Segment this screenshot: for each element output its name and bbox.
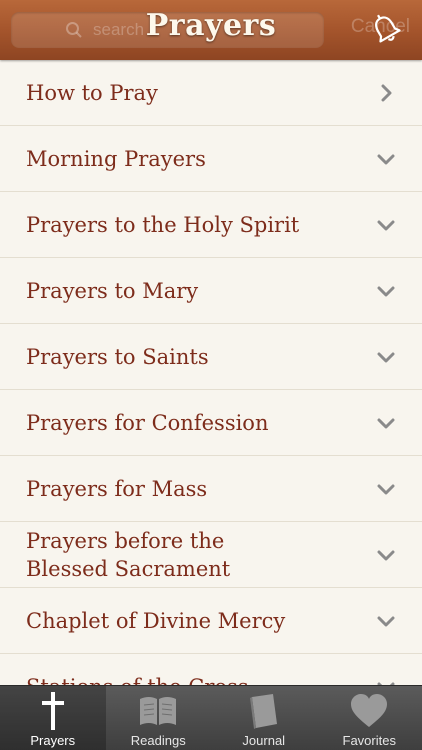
list-item-label: Prayers to the Holy Spirit bbox=[26, 212, 300, 237]
tab-bar: Prayers Readings Journal Favorites bbox=[0, 685, 422, 750]
prayer-list: How to Pray Morning Prayers Prayers to t… bbox=[0, 60, 422, 685]
list-item-how-to-pray[interactable]: How to Pray bbox=[0, 60, 422, 126]
list-item-saints[interactable]: Prayers to Saints bbox=[0, 324, 422, 390]
list-item-divine-mercy[interactable]: Chaplet of Divine Mercy bbox=[0, 588, 422, 654]
list-item-label: Prayers to Mary bbox=[26, 278, 199, 303]
list-item-blessed-sacrament[interactable]: Prayers before the Blessed Sacrament bbox=[0, 522, 422, 588]
chevron-down-icon bbox=[377, 616, 395, 626]
heart-icon bbox=[351, 694, 388, 727]
list-item-label: Prayers to Saints bbox=[26, 344, 209, 369]
nav-header: search Cancel Prayers bbox=[0, 0, 422, 60]
list-item-morning-prayers[interactable]: Morning Prayers bbox=[0, 126, 422, 192]
chevron-down-icon bbox=[377, 418, 395, 428]
list-item-label: Stations of the Cross bbox=[26, 673, 356, 686]
list-item-label: Chaplet of Divine Mercy bbox=[26, 608, 286, 633]
chevron-down-icon bbox=[377, 286, 395, 296]
list-item-label: Morning Prayers bbox=[26, 146, 206, 171]
list-item-stations-of-the-cross[interactable]: Stations of the Cross bbox=[0, 654, 422, 685]
tab-journal[interactable]: Journal bbox=[211, 686, 317, 750]
tab-readings[interactable]: Readings bbox=[106, 686, 212, 750]
chevron-down-icon bbox=[377, 220, 395, 230]
tab-label: Readings bbox=[130, 733, 186, 748]
journal-icon bbox=[249, 694, 277, 729]
chevron-down-icon bbox=[377, 550, 395, 560]
open-book-icon bbox=[140, 697, 177, 725]
bell-icon[interactable] bbox=[368, 11, 404, 47]
chevron-down-icon bbox=[377, 154, 395, 164]
tab-label: Favorites bbox=[342, 733, 396, 748]
list-item-label: Prayers for Confession bbox=[26, 410, 269, 435]
list-item-confession[interactable]: Prayers for Confession bbox=[0, 390, 422, 456]
tab-favorites[interactable]: Favorites bbox=[317, 686, 422, 750]
list-item-mass[interactable]: Prayers for Mass bbox=[0, 456, 422, 522]
list-item-label: Prayers for Mass bbox=[26, 476, 208, 501]
tab-prayers[interactable]: Prayers bbox=[0, 686, 106, 750]
chevron-down-icon bbox=[377, 484, 395, 494]
tab-label: Journal bbox=[242, 733, 286, 748]
page-title: Prayers bbox=[145, 8, 277, 43]
tab-label: Prayers bbox=[30, 733, 76, 748]
app-root: search Cancel Prayers How to Pray Mornin… bbox=[0, 0, 422, 750]
cross-icon bbox=[41, 692, 64, 730]
chevron-down-icon bbox=[377, 352, 395, 362]
list-item-holy-spirit[interactable]: Prayers to the Holy Spirit bbox=[0, 192, 422, 258]
list-item-mary[interactable]: Prayers to Mary bbox=[0, 258, 422, 324]
list-item-label: Prayers before the Blessed Sacrament bbox=[26, 528, 231, 581]
list-item-label: How to Pray bbox=[26, 80, 158, 105]
chevron-down-icon bbox=[377, 682, 395, 685]
chevron-right-icon bbox=[381, 84, 392, 101]
